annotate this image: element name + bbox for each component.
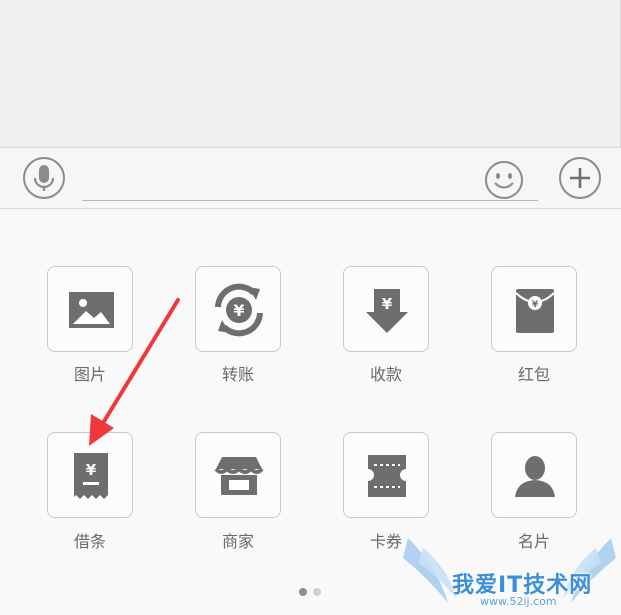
watermark-url: www.52ij.com xyxy=(480,595,557,608)
tool-contact-card-button[interactable] xyxy=(491,432,577,518)
annotation-arrow xyxy=(89,298,180,446)
page-indicator-dot[interactable] xyxy=(313,588,321,596)
svg-text:¥: ¥ xyxy=(233,301,244,320)
chat-message-area xyxy=(0,0,621,147)
transfer-yuan-icon: ¥ xyxy=(215,283,263,337)
store-icon xyxy=(214,457,264,495)
svg-text:¥: ¥ xyxy=(532,300,539,310)
tool-ticket-button[interactable] xyxy=(343,432,429,518)
svg-text:¥: ¥ xyxy=(86,461,97,479)
tool-receive-button[interactable]: ¥ xyxy=(343,266,429,352)
voice-button[interactable] xyxy=(23,157,65,199)
contact-card-icon xyxy=(515,456,555,497)
smiley-face-icon[interactable] xyxy=(484,160,524,200)
microphone-icon xyxy=(33,165,55,191)
tool-label-store: 商家 xyxy=(221,532,254,551)
tool-label-iou: 借条 xyxy=(73,532,106,551)
svg-text:¥: ¥ xyxy=(382,295,393,313)
tool-red-envelope-button[interactable]: ¥ xyxy=(491,266,577,352)
tool-label-red-envelope: 红包 xyxy=(517,365,550,384)
red-envelope-icon: ¥ xyxy=(515,289,555,333)
ticket-icon xyxy=(368,455,406,497)
tool-label-transfer: 转账 xyxy=(221,365,254,384)
tool-label-receive: 收款 xyxy=(369,365,402,384)
tool-transfer-button[interactable]: ¥ xyxy=(195,266,281,352)
message-input[interactable] xyxy=(82,200,538,201)
page-indicator-dot-active[interactable] xyxy=(299,588,307,596)
tool-store-button[interactable] xyxy=(195,432,281,518)
receive-yuan-icon: ¥ xyxy=(366,289,408,333)
plus-icon xyxy=(570,168,590,188)
more-tools-button[interactable] xyxy=(559,157,601,199)
